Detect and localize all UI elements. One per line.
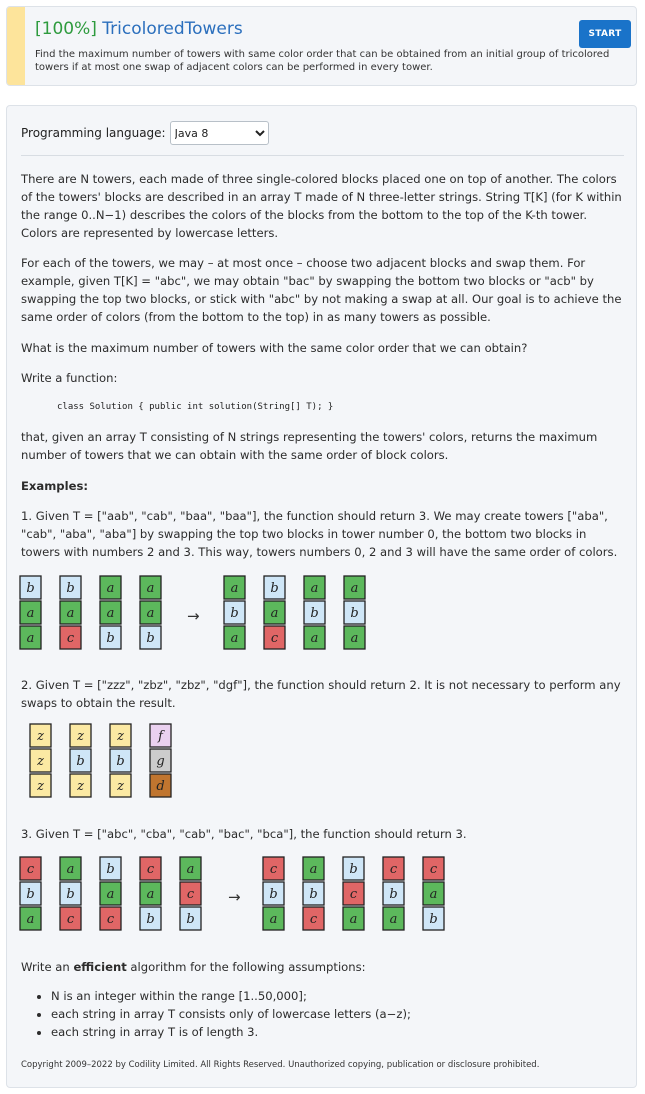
tower-block-label: c xyxy=(147,862,155,877)
tower-block-label: b xyxy=(106,631,114,646)
tower: abc xyxy=(302,856,325,931)
tower: aba xyxy=(223,575,246,650)
tower-block-label: a xyxy=(107,581,115,596)
tower-block-label: c xyxy=(270,862,278,877)
tower-block-label: b xyxy=(309,887,317,902)
tower-block-label: z xyxy=(36,779,44,794)
tower: aba xyxy=(343,575,366,650)
tower-block-label: a xyxy=(351,581,359,596)
tower: zzz xyxy=(29,723,52,798)
tower: zbz xyxy=(109,723,132,798)
task-panel: Programming language: Java 8 There are N… xyxy=(6,105,637,1088)
tower-block-label: b xyxy=(350,606,358,621)
task-name: TricoloredTowers xyxy=(102,19,243,39)
tower-block-label: b xyxy=(106,862,114,877)
tower-block-label: c xyxy=(310,912,318,927)
tower-block-label: c xyxy=(107,912,115,927)
tower-block-label: a xyxy=(27,606,35,621)
tower-block-label: z xyxy=(36,729,44,744)
tower: cba xyxy=(19,856,42,931)
tower: cab xyxy=(139,856,162,931)
tower-block-label: b xyxy=(66,887,74,902)
tower-block-label: a xyxy=(27,631,35,646)
tower-block-label: g xyxy=(156,754,164,769)
tower: bca xyxy=(342,856,365,931)
tower-block-label: a xyxy=(430,887,438,902)
tower-block-label: c xyxy=(67,631,75,646)
tower-block-label: a xyxy=(187,862,195,877)
tower-block-label: a xyxy=(107,887,115,902)
tower-block-label: b xyxy=(230,606,238,621)
tower-block-label: b xyxy=(76,754,84,769)
tower-block-label: a xyxy=(351,631,359,646)
tower: cab xyxy=(422,856,445,931)
tower-block-label: z xyxy=(116,779,124,794)
tower: abc xyxy=(59,856,82,931)
task-score: [100%] xyxy=(35,19,97,39)
task-description: Find the maximum number of towers with s… xyxy=(35,49,610,73)
tower-block-label: b xyxy=(116,754,124,769)
tower-block-label: z xyxy=(36,754,44,769)
task-title: [100%] TricoloredTowers xyxy=(35,19,243,39)
tower-block-label: d xyxy=(156,779,164,794)
tower-block-label: a xyxy=(270,912,278,927)
tower-block-label: a xyxy=(107,606,115,621)
tower-block-label: b xyxy=(186,912,194,927)
tower-block-label: a xyxy=(27,912,35,927)
task-header: [100%] TricoloredTowers Find the maximum… xyxy=(6,6,637,86)
tower-block-label: c xyxy=(67,912,75,927)
arrow-icon: → xyxy=(228,888,241,906)
status-stripe xyxy=(7,7,25,85)
tower-figures: baabacaabaab→ababacabaabazzzzbzzbzfgdcba… xyxy=(19,575,445,931)
tower: baa xyxy=(19,575,42,650)
tower-block-label: c xyxy=(430,862,438,877)
tower: acb xyxy=(179,856,202,931)
tower-block-label: a xyxy=(67,862,75,877)
tower-block-label: b xyxy=(270,581,278,596)
tower-block-label: b xyxy=(310,606,318,621)
tower-block-label: b xyxy=(269,887,277,902)
tower: cba xyxy=(382,856,405,931)
tower-block-label: a xyxy=(231,631,239,646)
tower-block-label: c xyxy=(271,631,279,646)
tower-block-label: a xyxy=(350,912,358,927)
tower: aab xyxy=(139,575,162,650)
tower-block-label: c xyxy=(390,862,398,877)
tower: cba xyxy=(262,856,285,931)
tower-block-label: c xyxy=(350,887,358,902)
tower: aab xyxy=(99,575,122,650)
arrow-icon: → xyxy=(187,607,200,625)
tower: bac xyxy=(263,575,286,650)
tower: zbz xyxy=(69,723,92,798)
tower-block-label: c xyxy=(27,862,35,877)
tower-block-label: b xyxy=(26,887,34,902)
tower-block-label: a xyxy=(67,606,75,621)
tower: fgd xyxy=(149,723,172,798)
tower-block-label: a xyxy=(390,912,398,927)
tower-block-label: a xyxy=(311,581,319,596)
start-button[interactable]: START xyxy=(579,20,631,48)
tower-block-label: a xyxy=(311,631,319,646)
tower-block-label: b xyxy=(146,631,154,646)
tower-block-label: a xyxy=(271,606,279,621)
tower-block-label: c xyxy=(187,887,195,902)
tower-block-label: b xyxy=(389,887,397,902)
tower-block-label: z xyxy=(76,779,84,794)
tower-block-label: b xyxy=(429,912,437,927)
tower-block-label: b xyxy=(146,912,154,927)
tower-block-label: b xyxy=(26,581,34,596)
tower-block-label: z xyxy=(76,729,84,744)
tower: bac xyxy=(59,575,82,650)
tower: aba xyxy=(303,575,326,650)
tower-block-label: b xyxy=(349,862,357,877)
tower-block-label: a xyxy=(231,581,239,596)
tower: bac xyxy=(99,856,122,931)
tower-block-label: a xyxy=(310,862,318,877)
tower-block-label: b xyxy=(66,581,74,596)
tower-block-label: a xyxy=(147,887,155,902)
tower-block-label: a xyxy=(147,581,155,596)
tower-block-label: a xyxy=(147,606,155,621)
tower-block-label: z xyxy=(116,729,124,744)
